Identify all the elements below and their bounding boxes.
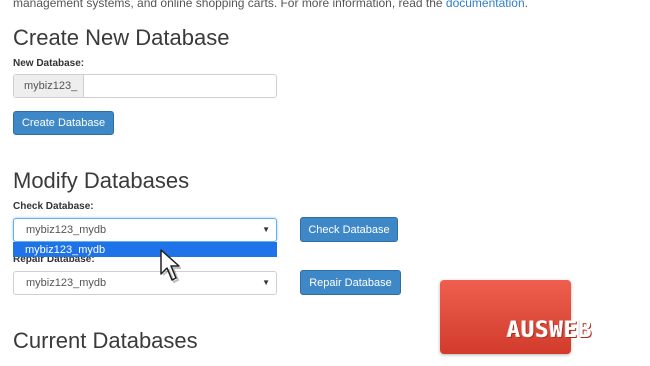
repair-database-button[interactable]: Repair Database: [300, 270, 401, 295]
check-database-button[interactable]: Check Database: [300, 217, 398, 242]
dropdown-option[interactable]: mybiz123_mydb: [13, 242, 277, 257]
intro-text: management systems, and online shopping …: [13, 0, 528, 10]
intro-period: .: [524, 0, 528, 10]
ausweb-logo-text: AUSWEB: [507, 318, 593, 343]
intro-sentence: management systems, and online shopping …: [13, 0, 446, 10]
database-prefix: mybiz123_: [14, 75, 84, 97]
new-database-input-group: mybiz123_: [13, 74, 277, 98]
create-database-button[interactable]: Create Database: [13, 111, 114, 135]
check-database-label: Check Database:: [13, 201, 94, 212]
new-database-label: New Database:: [13, 58, 85, 69]
repair-database-value: mybiz123_mydb: [26, 277, 107, 289]
chevron-down-icon: ▼: [262, 278, 270, 287]
chevron-down-icon: ▼: [262, 225, 270, 234]
new-database-input[interactable]: [84, 75, 276, 97]
check-database-value: mybiz123_mydb: [26, 224, 107, 236]
documentation-link[interactable]: documentation: [446, 0, 525, 10]
repair-database-select[interactable]: mybiz123_mydb ▼: [13, 271, 277, 295]
mouse-cursor-icon: [160, 249, 181, 284]
current-databases-heading: Current Databases: [13, 328, 198, 353]
create-database-heading: Create New Database: [13, 25, 230, 50]
check-database-select[interactable]: mybiz123_mydb ▼: [13, 218, 277, 242]
modify-databases-heading: Modify Databases: [13, 168, 190, 193]
